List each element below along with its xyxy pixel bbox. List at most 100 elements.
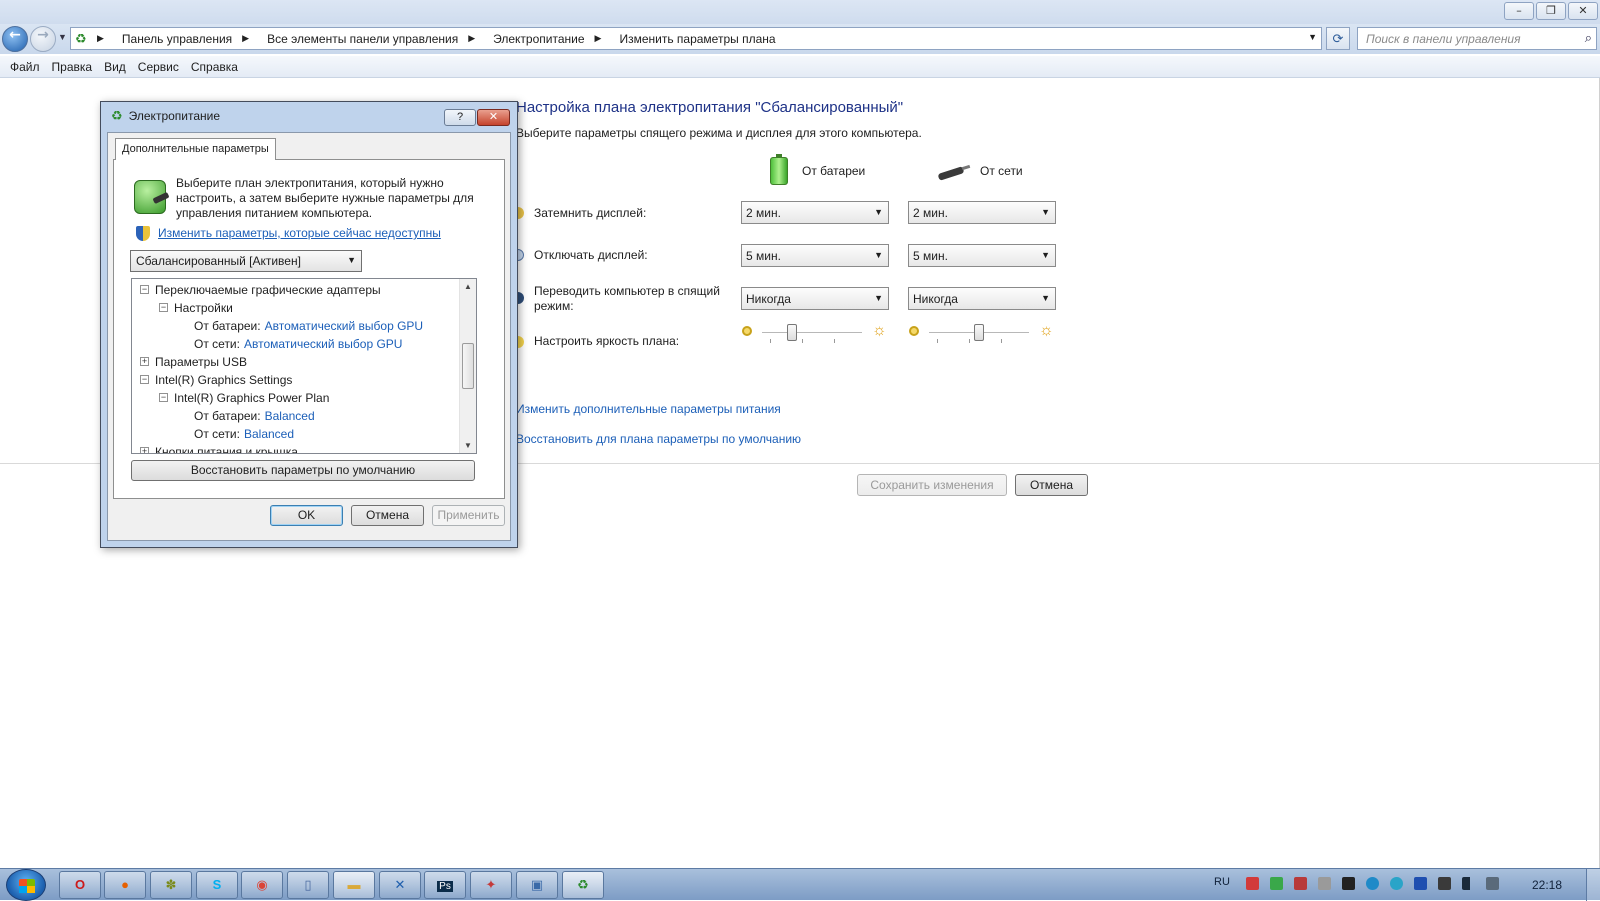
- help-button[interactable]: ?: [444, 109, 476, 126]
- monitor-tray-icon[interactable]: [1342, 877, 1355, 890]
- turn-off-display-battery-select[interactable]: 5 мин. ▼: [741, 244, 889, 267]
- taskbar-explorer[interactable]: ▬: [333, 871, 375, 899]
- dim-display-ac-select[interactable]: 2 мин. ▼: [908, 201, 1056, 224]
- search-input[interactable]: Поиск в панели управления ⌕: [1357, 27, 1597, 50]
- brightness-battery-slider[interactable]: ☼: [742, 322, 900, 346]
- scroll-up-icon[interactable]: ▲: [464, 282, 472, 291]
- breadcrumb-edit-plan[interactable]: Изменить параметры плана: [619, 32, 775, 46]
- taskbar-skype[interactable]: S: [196, 871, 238, 899]
- menu-view[interactable]: Вид: [98, 56, 132, 77]
- collapse-icon[interactable]: −: [140, 285, 149, 294]
- tree-value-link[interactable]: Balanced: [265, 409, 315, 423]
- start-button[interactable]: [6, 869, 46, 901]
- taskbar-firefox[interactable]: ●: [104, 871, 146, 899]
- taskbar-monitor[interactable]: ▣: [516, 871, 558, 899]
- expand-icon[interactable]: +: [140, 447, 149, 453]
- change-unavailable-settings-link[interactable]: Изменить параметры, которые сейчас недос…: [158, 226, 441, 240]
- turn-off-display-ac-select[interactable]: 5 мин. ▼: [908, 244, 1056, 267]
- check-icon[interactable]: [1270, 877, 1283, 890]
- taskbar-tool[interactable]: ✦: [470, 871, 512, 899]
- breadcrumb-sep[interactable]: ▶: [242, 33, 257, 44]
- recent-pages-dropdown[interactable]: ▼: [58, 32, 67, 42]
- taskbar-opera[interactable]: O: [59, 871, 101, 899]
- network-error-icon[interactable]: [1294, 877, 1307, 890]
- tree-node-intel-ac[interactable]: От сети: Balanced: [194, 425, 294, 442]
- battery-tray-icon[interactable]: [1438, 877, 1451, 890]
- tree-node-switchable-graphics[interactable]: − Переключаемые графические адаптеры: [140, 281, 381, 298]
- search-icon[interactable]: ⌕: [1585, 30, 1592, 46]
- bluetooth-icon[interactable]: [1414, 877, 1427, 890]
- tab-advanced-settings[interactable]: Дополнительные параметры: [115, 138, 276, 160]
- collapse-icon[interactable]: −: [159, 303, 168, 312]
- restore-defaults-link[interactable]: Восстановить для плана параметры по умол…: [516, 432, 801, 446]
- scroll-down-icon[interactable]: ▼: [464, 441, 472, 450]
- cancel-button[interactable]: Отмена: [1015, 474, 1088, 496]
- slider-track[interactable]: [762, 332, 862, 334]
- taskbar-document[interactable]: ▯: [287, 871, 329, 899]
- tool-tray-icon[interactable]: [1318, 877, 1331, 890]
- plan-select[interactable]: Сбалансированный [Активен] ▼: [130, 250, 362, 272]
- collapse-icon[interactable]: −: [159, 393, 168, 402]
- tree-node-intel-graphics[interactable]: − Intel(R) Graphics Settings: [140, 371, 292, 388]
- tree-value-link[interactable]: Balanced: [244, 427, 294, 441]
- tree-node-power-buttons[interactable]: + Кнопки питания и крышка: [140, 443, 298, 453]
- sync-icon[interactable]: [1366, 877, 1379, 890]
- tree-node-battery[interactable]: От батареи: Автоматический выбор GPU: [194, 317, 423, 334]
- breadcrumb-control-panel[interactable]: Панель управления: [122, 32, 232, 46]
- clock[interactable]: 22:18: [1532, 878, 1562, 892]
- breadcrumb-sep[interactable]: ▶: [595, 33, 610, 44]
- minimize-button[interactable]: –: [1504, 2, 1534, 20]
- collapse-icon[interactable]: −: [140, 375, 149, 384]
- menu-tools[interactable]: Сервис: [132, 56, 185, 77]
- breadcrumb-all-items[interactable]: Все элементы панели управления: [267, 32, 458, 46]
- dim-display-battery-select[interactable]: 2 мин. ▼: [741, 201, 889, 224]
- sleep-battery-select[interactable]: Никогда ▼: [741, 287, 889, 310]
- tree-value-link[interactable]: Автоматический выбор GPU: [265, 319, 423, 333]
- menu-help[interactable]: Справка: [185, 56, 244, 77]
- advanced-settings-link[interactable]: Изменить дополнительные параметры питани…: [516, 402, 781, 416]
- close-window-button[interactable]: ✕: [1568, 2, 1598, 20]
- tree-node-ac[interactable]: От сети: Автоматический выбор GPU: [194, 335, 402, 352]
- back-button[interactable]: ←: [2, 26, 28, 52]
- refresh-button[interactable]: ⟳: [1326, 27, 1350, 50]
- address-bar[interactable]: ♻ ▶ Панель управления ▶ Все элементы пан…: [70, 27, 1322, 50]
- close-dialog-button[interactable]: ✕: [477, 109, 510, 126]
- apply-button[interactable]: Применить: [432, 505, 505, 526]
- settings-tree[interactable]: − Переключаемые графические адаптеры − Нас…: [131, 278, 477, 454]
- restore-button[interactable]: ❐: [1536, 2, 1566, 20]
- tree-value-link[interactable]: Автоматический выбор GPU: [244, 337, 402, 351]
- wifi-icon[interactable]: [1462, 877, 1475, 890]
- tree-node-settings[interactable]: − Настройки: [159, 299, 233, 316]
- slider-thumb[interactable]: [787, 324, 797, 341]
- taskbar-chrome[interactable]: ◉: [241, 871, 283, 899]
- volume-icon[interactable]: [1486, 877, 1499, 890]
- address-dropdown-icon[interactable]: ▼: [1308, 32, 1317, 42]
- taskbar-app[interactable]: ✕: [379, 871, 421, 899]
- breadcrumb-sep[interactable]: ▶: [97, 33, 112, 44]
- tree-scrollbar[interactable]: ▲ ▼: [459, 279, 476, 453]
- tree-node-intel-power-plan[interactable]: − Intel(R) Graphics Power Plan: [159, 389, 329, 406]
- language-indicator[interactable]: RU: [1214, 876, 1230, 888]
- taskbar-bug-app[interactable]: ✽: [150, 871, 192, 899]
- taskbar-photoshop[interactable]: Ps: [424, 871, 466, 899]
- taskbar-power-options[interactable]: ♻: [562, 871, 604, 899]
- scroll-thumb[interactable]: [462, 343, 474, 389]
- antivirus-icon[interactable]: [1246, 877, 1259, 890]
- menu-edit[interactable]: Правка: [46, 56, 99, 77]
- dialog-cancel-button[interactable]: Отмена: [351, 505, 424, 526]
- brightness-ac-slider[interactable]: ☼: [909, 322, 1067, 346]
- slider-thumb[interactable]: [974, 324, 984, 341]
- expand-icon[interactable]: +: [140, 357, 149, 366]
- forward-button[interactable]: →: [30, 26, 56, 52]
- save-changes-button[interactable]: Сохранить изменения: [857, 474, 1007, 496]
- ok-button[interactable]: OK: [270, 505, 343, 526]
- menu-file[interactable]: Файл: [4, 56, 46, 77]
- show-desktop-button[interactable]: [1586, 869, 1600, 901]
- sleep-ac-select[interactable]: Никогда ▼: [908, 287, 1056, 310]
- tree-node-usb[interactable]: + Параметры USB: [140, 353, 247, 370]
- circle-app-icon[interactable]: [1390, 877, 1403, 890]
- restore-defaults-button[interactable]: Восстановить параметры по умолчанию: [131, 460, 475, 481]
- breadcrumb-power-options[interactable]: Электропитание: [493, 32, 584, 46]
- breadcrumb-sep[interactable]: ▶: [468, 33, 483, 44]
- tree-node-intel-battery[interactable]: От батареи: Balanced: [194, 407, 315, 424]
